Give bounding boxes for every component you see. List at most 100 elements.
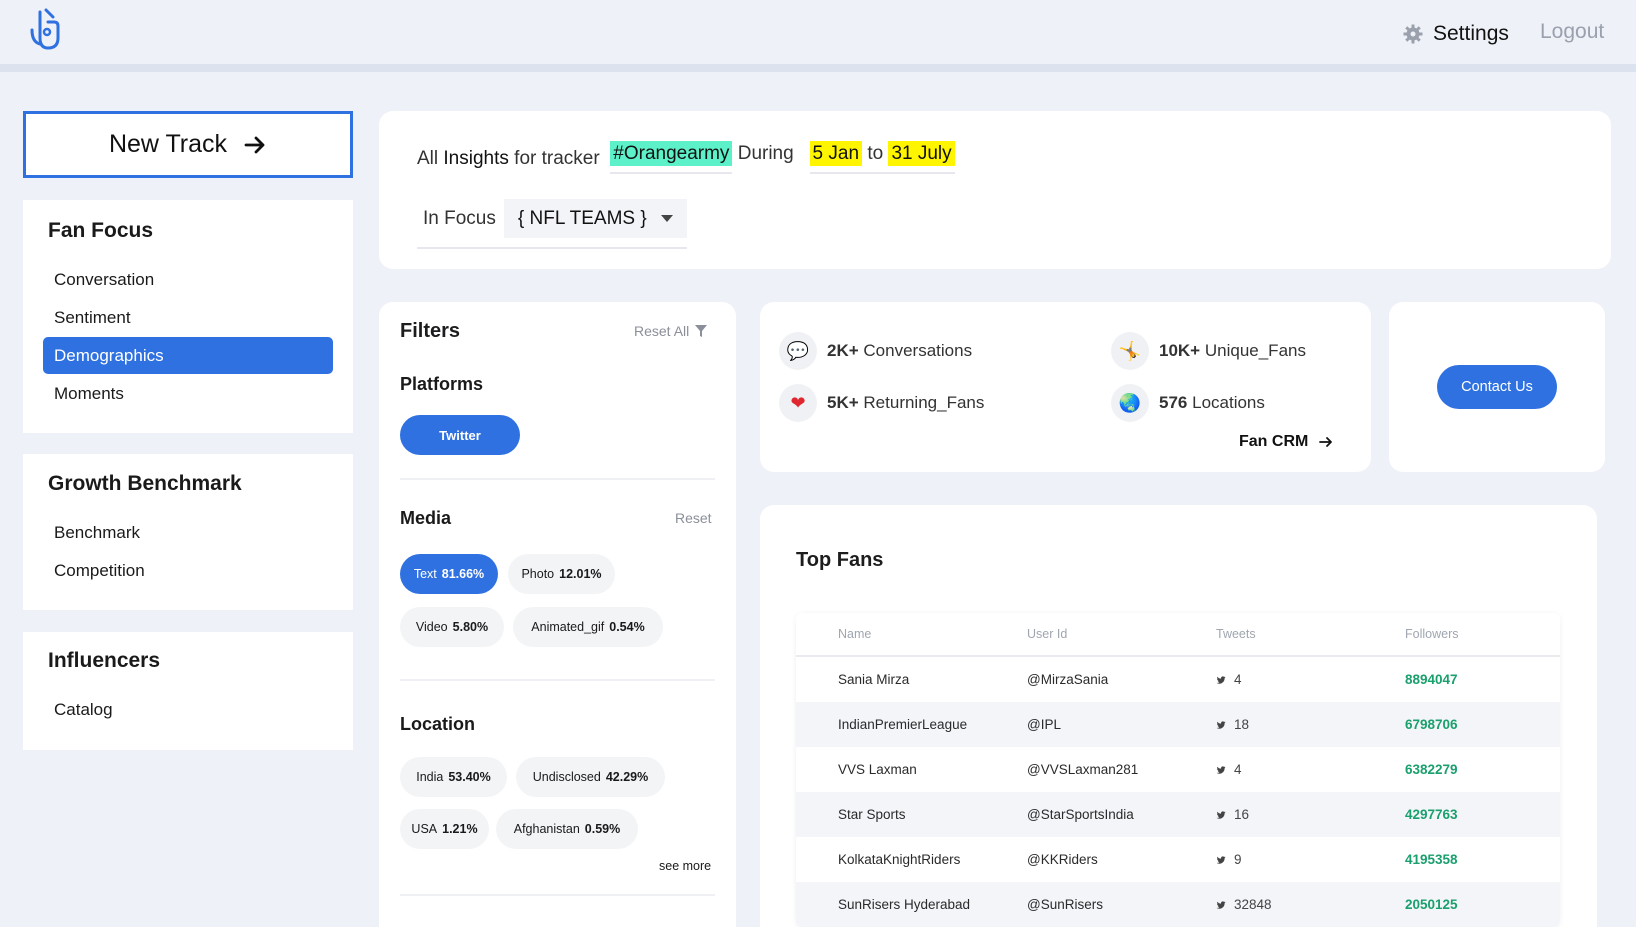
chevron-down-icon — [660, 215, 673, 222]
chip-percent: 5.80% — [452, 620, 489, 634]
sidebar-item-moments[interactable]: Moments — [43, 375, 333, 412]
during-label: During — [737, 143, 794, 164]
reset-all-button[interactable]: Reset All — [634, 323, 708, 339]
fan-followers: 6382279 — [1405, 762, 1458, 777]
see-more-link[interactable]: see more — [659, 859, 711, 873]
table-row[interactable]: IndianPremierLeague @IPL 18 6798706 — [796, 702, 1560, 747]
arrow-right-icon — [244, 136, 265, 153]
media-chip-photo[interactable]: Photo 12.01% — [508, 554, 615, 594]
media-chip-animated-gif[interactable]: Animated_gif 0.54% — [513, 607, 663, 647]
chip-label: Animated_gif — [531, 620, 605, 634]
table-row[interactable]: Sania Mirza @MirzaSania 4 8894047 — [796, 657, 1560, 702]
tweet-count: 4 — [1234, 672, 1242, 687]
location-chip-india[interactable]: India 53.40% — [400, 757, 507, 797]
fan-name: KolkataKnightRiders — [838, 852, 961, 867]
fan-followers: 4297763 — [1405, 807, 1458, 822]
fan-name: Sania Mirza — [838, 672, 910, 687]
fan-followers: 4195358 — [1405, 852, 1458, 867]
location-chip-undisclosed[interactable]: Undisclosed 42.29% — [516, 757, 665, 797]
sidebar-item-conversation[interactable]: Conversation — [43, 261, 333, 298]
stat-number: 5K+ — [827, 393, 859, 412]
fan-user-id[interactable]: @IPL — [985, 717, 1174, 732]
fan-user-id[interactable]: @StarSportsIndia — [985, 807, 1174, 822]
chip-percent: 81.66% — [441, 567, 485, 581]
logo-icon[interactable] — [26, 8, 62, 54]
logout-link[interactable]: Logout — [1540, 20, 1604, 44]
column-header-tweets[interactable]: Tweets — [1174, 627, 1363, 641]
twitter-bird-icon — [1216, 855, 1226, 864]
sidebar-item-sentiment[interactable]: Sentiment — [43, 299, 333, 336]
table-row[interactable]: VVS Laxman @VVSLaxman281 4 6382279 — [796, 747, 1560, 792]
stat-number: 10K+ — [1159, 341, 1201, 360]
table-row[interactable]: KolkataKnightRiders @KKRiders 9 4195358 — [796, 837, 1560, 882]
reset-all-label: Reset All — [634, 323, 690, 339]
chip-percent: 1.21% — [442, 822, 478, 836]
media-chip-video[interactable]: Video 5.80% — [400, 607, 504, 647]
settings-button[interactable]: Settings — [1403, 20, 1509, 48]
stat-returning-fans: ❤ 5K+ Returning_Fans — [779, 384, 984, 422]
focus-dropdown[interactable]: { NFL TEAMS } — [503, 199, 687, 238]
chip-percent: 0.59% — [584, 822, 621, 836]
chip-label: India — [416, 770, 444, 784]
fan-tweets: 9 — [1174, 852, 1363, 867]
fan-crm-link[interactable]: Fan CRM — [1239, 433, 1334, 451]
table-row[interactable]: Star Sports @StarSportsIndia 16 4297763 — [796, 792, 1560, 837]
fan-user-id[interactable]: @KKRiders — [985, 852, 1174, 867]
influencers-title: Influencers — [48, 649, 161, 672]
fan-followers: 6798706 — [1405, 717, 1458, 732]
fan-tweets: 18 — [1174, 717, 1363, 732]
chip-label: Text — [413, 567, 437, 581]
top-fans-card: Top Fans Name User Id Tweets Followers S… — [760, 505, 1597, 927]
chip-percent: 12.01% — [559, 567, 602, 581]
location-chip-afghanistan[interactable]: Afghanistan 0.59% — [496, 809, 638, 849]
sidebar-item-catalog[interactable]: Catalog — [43, 691, 333, 728]
growth-benchmark-title: Growth Benchmark — [48, 472, 242, 495]
stat-unique-fans: 🤸 10K+ Unique_Fans — [1111, 332, 1306, 370]
contact-us-button[interactable]: Contact Us — [1437, 365, 1557, 409]
sidebar-item-benchmark[interactable]: Benchmark — [43, 514, 333, 551]
location-chip-usa[interactable]: USA 1.21% — [400, 809, 489, 849]
filter-icon — [695, 325, 708, 337]
sidebar-item-demographics[interactable]: Demographics — [43, 337, 333, 374]
in-focus-label: In Focus — [423, 207, 496, 229]
speech-bubble-icon: 💬 — [779, 332, 817, 370]
fan-followers: 2050125 — [1405, 897, 1458, 912]
in-focus-row: In Focus { NFL TEAMS } — [417, 199, 687, 249]
hashtag-field[interactable]: #Orangearmy — [610, 141, 733, 174]
platform-twitter-chip[interactable]: Twitter — [400, 415, 520, 455]
column-header-user-id[interactable]: User Id — [985, 627, 1174, 641]
date-range-field[interactable]: 5 Jan to 31 July — [809, 141, 955, 174]
chip-percent: 0.54% — [609, 620, 645, 634]
chip-label: Afghanistan — [513, 822, 580, 836]
dancer-icon: 🤸 — [1111, 332, 1149, 370]
media-title: Media — [400, 508, 452, 528]
table-row[interactable]: SunRisers Hyderabad @SunRisers 32848 205012… — [796, 882, 1560, 927]
top-bar: Settings Logout — [0, 0, 1636, 72]
start-date: 5 Jan — [809, 141, 863, 166]
fan-name: SunRisers Hyderabad — [838, 897, 971, 912]
focus-value: { NFL TEAMS } — [517, 207, 647, 229]
filters-panel: Filters Reset All Platforms Twitter Medi… — [379, 302, 736, 927]
new-track-label: New Track — [108, 130, 228, 158]
column-header-followers[interactable]: Followers — [1363, 627, 1552, 641]
fan-focus-panel: Fan Focus Conversation Sentiment Demogra… — [23, 200, 353, 433]
fan-tweets: 4 — [1174, 762, 1363, 777]
fan-user-id[interactable]: @SunRisers — [985, 897, 1174, 912]
chip-label: Video — [415, 620, 448, 634]
table-header: Name User Id Tweets Followers — [796, 613, 1560, 657]
stat-label: Locations — [1192, 393, 1265, 412]
all-label: All — [417, 147, 439, 169]
tweet-count: 4 — [1234, 762, 1242, 777]
fan-user-id[interactable]: @VVSLaxman281 — [985, 762, 1174, 777]
stat-number: 576 — [1159, 393, 1188, 412]
fan-user-id[interactable]: @MirzaSania — [985, 672, 1174, 687]
column-header-name[interactable]: Name — [796, 627, 985, 641]
twitter-bird-icon — [1216, 765, 1226, 774]
to-label: to — [867, 143, 884, 164]
twitter-bird-icon — [1216, 810, 1226, 819]
sidebar-item-competition[interactable]: Competition — [43, 552, 333, 589]
media-reset-button[interactable]: Reset — [675, 510, 712, 526]
new-track-button[interactable]: New Track — [23, 111, 353, 178]
twitter-bird-icon — [1216, 900, 1226, 909]
media-chip-text[interactable]: Text 81.66% — [400, 554, 498, 594]
